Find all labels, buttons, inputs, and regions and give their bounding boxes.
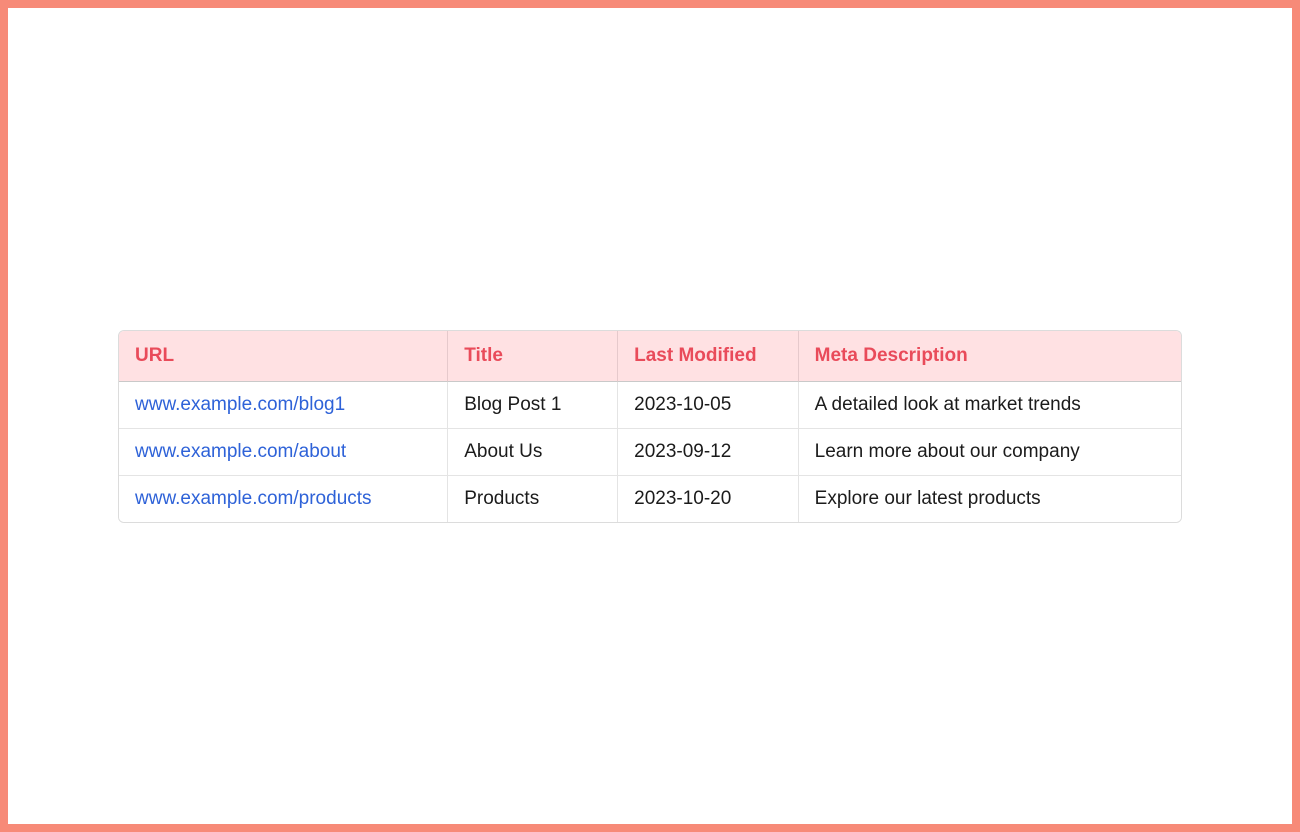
url-table: URL Title Last Modified Meta Description… (118, 330, 1182, 523)
cell-title: About Us (448, 429, 618, 476)
url-link[interactable]: www.example.com/about (135, 441, 346, 462)
cell-url: www.example.com/about (119, 429, 448, 476)
header-title: Title (448, 331, 618, 382)
cell-meta-description: Learn more about our company (799, 429, 1181, 476)
cell-meta-description: A detailed look at market trends (799, 382, 1181, 429)
url-link[interactable]: www.example.com/products (135, 488, 372, 509)
header-url: URL (119, 331, 448, 382)
header-last-modified: Last Modified (618, 331, 799, 382)
header-meta-description: Meta Description (799, 331, 1181, 382)
table-row: www.example.com/about About Us 2023-09-1… (119, 429, 1181, 476)
cell-url: www.example.com/blog1 (119, 382, 448, 429)
cell-title: Blog Post 1 (448, 382, 618, 429)
table-row: www.example.com/blog1 Blog Post 1 2023-1… (119, 382, 1181, 429)
url-link[interactable]: www.example.com/blog1 (135, 394, 345, 415)
cell-last-modified: 2023-09-12 (618, 429, 799, 476)
cell-meta-description: Explore our latest products (799, 476, 1181, 522)
cell-last-modified: 2023-10-20 (618, 476, 799, 522)
table-container: URL Title Last Modified Meta Description… (118, 330, 1182, 523)
cell-title: Products (448, 476, 618, 522)
cell-url: www.example.com/products (119, 476, 448, 522)
table-header-row: URL Title Last Modified Meta Description (119, 331, 1181, 382)
cell-last-modified: 2023-10-05 (618, 382, 799, 429)
table-row: www.example.com/products Products 2023-1… (119, 476, 1181, 522)
